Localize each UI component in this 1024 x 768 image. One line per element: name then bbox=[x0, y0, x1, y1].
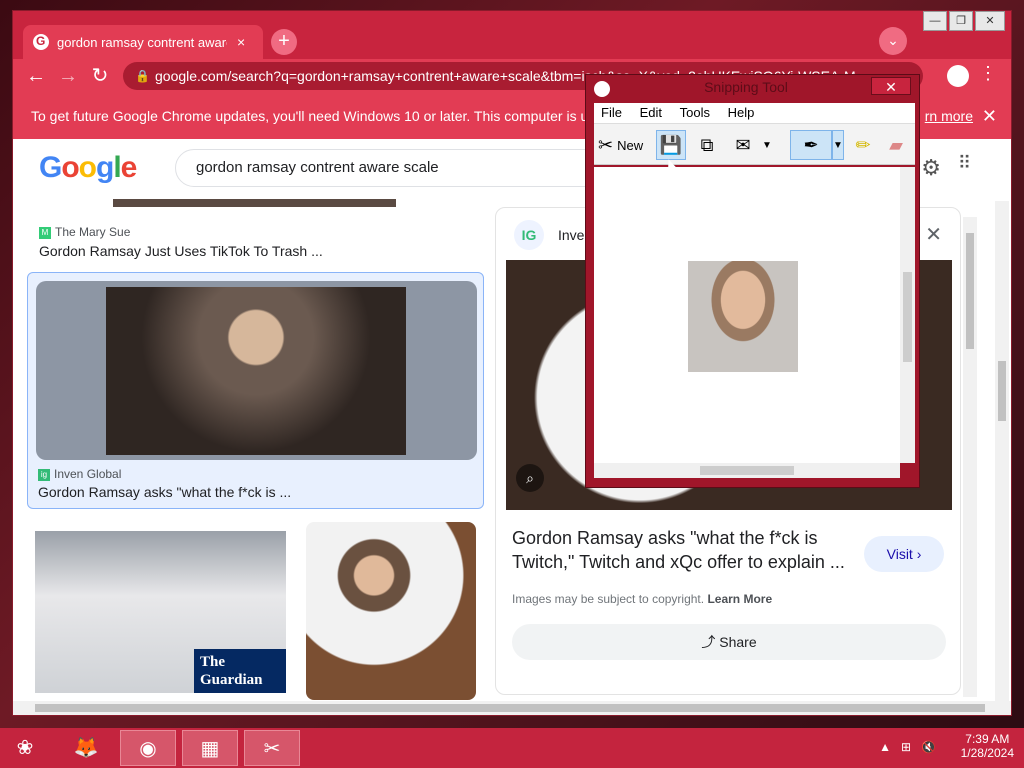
reload-icon[interactable]: ↻ bbox=[87, 63, 113, 89]
settings-gear-icon[interactable]: ⚙ bbox=[921, 155, 941, 181]
taskbar: ❀ 🦊 ◉ ▦ ✂ ▲ ⊞ 🔇 7:39 AM 1/28/2024 bbox=[0, 728, 1024, 768]
share-icon: ⤴ bbox=[701, 634, 716, 650]
page-horizontal-scrollbar[interactable] bbox=[13, 701, 1011, 715]
menu-kebab-icon[interactable]: ⋮ bbox=[979, 63, 997, 84]
related-image[interactable] bbox=[734, 694, 946, 695]
highlighter-icon: ✏ bbox=[855, 134, 871, 155]
pen-tool-button[interactable]: ✒ bbox=[790, 130, 832, 160]
snipping-tool-window: Snipping Tool ✕ File Edit Tools Help ✂ Ne… bbox=[585, 74, 920, 488]
infobar-text: To get future Google Chrome updates, you… bbox=[31, 108, 632, 124]
source-favicon-icon: M bbox=[39, 226, 51, 239]
page-vertical-scrollbar[interactable] bbox=[995, 201, 1009, 701]
maximize-button[interactable]: ❐ bbox=[949, 11, 973, 31]
result-source[interactable]: ig Inven Global bbox=[38, 467, 121, 481]
scissors-icon: ✂ bbox=[598, 134, 614, 155]
send-mail-icon: ✉ bbox=[735, 134, 751, 155]
google-lens-icon[interactable]: ⌕ bbox=[516, 464, 544, 492]
snipping-tool-taskbar-icon[interactable]: ✂ bbox=[244, 730, 300, 766]
tab-close-icon[interactable]: × bbox=[237, 34, 245, 50]
infobar-learn-more-link[interactable]: rn more bbox=[925, 93, 973, 139]
google-apps-icon[interactable]: ⠿ bbox=[958, 153, 971, 174]
guardian-logo: The Guardian bbox=[194, 649, 286, 693]
snipping-tool-title: Snipping Tool bbox=[704, 79, 788, 95]
snip-vertical-scrollbar[interactable] bbox=[900, 167, 915, 463]
start-button[interactable]: ❀ bbox=[0, 730, 50, 766]
lock-icon: 🔒 bbox=[135, 69, 150, 83]
menu-file[interactable]: File bbox=[594, 103, 629, 122]
back-arrow-icon[interactable]: ← bbox=[23, 63, 49, 89]
share-button[interactable]: ⤴ Share bbox=[512, 624, 946, 660]
eraser-icon: ▰ bbox=[889, 134, 903, 155]
learn-more-link[interactable]: Learn More bbox=[707, 592, 772, 606]
forward-arrow-icon[interactable]: → bbox=[55, 63, 81, 89]
result-title[interactable]: Gordon Ramsay asks "what the f*ck is ... bbox=[38, 484, 291, 500]
menu-edit[interactable]: Edit bbox=[633, 103, 669, 122]
system-tray-icons[interactable]: ▲ ⊞ 🔇 bbox=[879, 740, 936, 754]
snip-canvas bbox=[594, 167, 900, 463]
minimize-button[interactable]: — bbox=[923, 11, 947, 31]
related-image[interactable] bbox=[512, 694, 724, 695]
source-favicon-icon: ig bbox=[38, 468, 50, 481]
send-snip-button[interactable]: ✉ bbox=[728, 130, 758, 160]
panel-close-icon[interactable]: ✕ bbox=[925, 222, 942, 247]
menu-tools[interactable]: Tools bbox=[673, 103, 717, 122]
send-dropdown[interactable]: ▼ bbox=[760, 130, 774, 160]
google-logo[interactable]: Google bbox=[39, 151, 137, 185]
result-thumbnail[interactable] bbox=[306, 522, 476, 700]
google-favicon-icon bbox=[33, 34, 49, 50]
menu-help[interactable]: Help bbox=[721, 103, 762, 122]
result-image-frame bbox=[36, 281, 477, 460]
save-snip-button[interactable]: 💾 bbox=[656, 130, 686, 160]
copyright-notice: Images may be subject to copyright. Lear… bbox=[512, 592, 773, 606]
snipping-tool-app-icon bbox=[594, 81, 610, 97]
close-window-button[interactable]: ✕ bbox=[975, 11, 1005, 31]
tab-title: gordon ramsay contrent aware sc bbox=[57, 34, 227, 50]
eraser-button[interactable]: ▰ bbox=[882, 130, 910, 160]
copy-icon: ⧉ bbox=[700, 134, 714, 155]
visit-button[interactable]: Visit › bbox=[864, 536, 944, 572]
browser-tab[interactable]: gordon ramsay contrent aware sc × bbox=[23, 25, 263, 59]
highlighter-button[interactable]: ✏ bbox=[850, 130, 876, 160]
tab-strip: gordon ramsay contrent aware sc × + ⌄ — … bbox=[13, 11, 1011, 59]
preview-title[interactable]: Gordon Ramsay asks "what the f*ck is Twi… bbox=[512, 526, 858, 574]
copy-button[interactable]: ⧉ bbox=[694, 130, 720, 160]
clock-date: 1/28/2024 bbox=[960, 746, 1014, 760]
infobar-close-icon[interactable]: ✕ bbox=[982, 93, 997, 139]
selected-result-card[interactable]: ig Inven Global Gordon Ramsay asks "what … bbox=[27, 272, 484, 509]
chrome-taskbar-icon[interactable]: ◉ bbox=[120, 730, 176, 766]
result-source[interactable]: M The Mary Sue bbox=[39, 225, 130, 239]
floppy-save-icon: 💾 bbox=[659, 134, 683, 155]
dropdown-arrow-icon: ▼ bbox=[833, 139, 843, 151]
captured-snip-image bbox=[688, 261, 798, 372]
panel-scrollbar[interactable] bbox=[963, 217, 977, 697]
profile-avatar-icon[interactable] bbox=[947, 65, 969, 87]
tab-search-icon[interactable]: ⌄ bbox=[879, 27, 907, 55]
result-title[interactable]: Gordon Ramsay Just Uses TikTok To Trash … bbox=[39, 243, 323, 259]
inven-logo: IG bbox=[514, 220, 544, 250]
clock[interactable]: 7:39 AM 1/28/2024 bbox=[961, 732, 1014, 760]
snip-toolbar: ✂ New 💾 ⧉ ✉ ▼ ✒ ▼ ✏ ▰ bbox=[594, 123, 915, 165]
control-panel-taskbar-icon[interactable]: ▦ bbox=[182, 730, 238, 766]
pen-dropdown[interactable]: ▼ bbox=[832, 130, 844, 160]
dropdown-arrow-icon: ▼ bbox=[762, 139, 772, 151]
pen-icon: ✒ bbox=[803, 134, 819, 155]
new-snip-button[interactable]: ✂ New bbox=[598, 130, 643, 160]
firefox-taskbar-icon[interactable]: 🦊 bbox=[58, 730, 114, 766]
result-thumbnail[interactable]: The Guardian bbox=[35, 531, 286, 693]
snip-menubar: File Edit Tools Help bbox=[594, 103, 915, 123]
ramsay-photo[interactable] bbox=[106, 287, 406, 455]
snip-close-button[interactable]: ✕ bbox=[871, 77, 911, 95]
result-thumbnail[interactable] bbox=[113, 199, 396, 207]
snip-horizontal-scrollbar[interactable] bbox=[594, 463, 900, 478]
new-tab-button[interactable]: + bbox=[271, 29, 297, 55]
clock-time: 7:39 AM bbox=[965, 732, 1010, 746]
